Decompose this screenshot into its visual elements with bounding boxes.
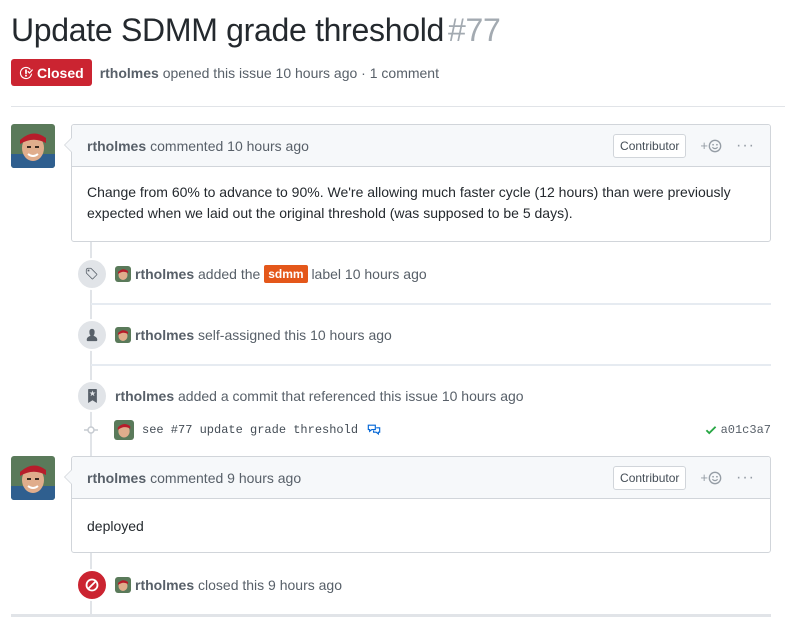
event-actor[interactable]: rtholmes — [115, 388, 174, 404]
event-badge — [76, 569, 108, 601]
event-divider — [91, 303, 771, 305]
event-badge — [76, 258, 108, 290]
timeline-end-divider — [11, 614, 771, 617]
meta-description: opened this issue 10 hours ago · 1 comme… — [162, 64, 439, 81]
commit-sha[interactable]: a01c3a7 — [721, 423, 771, 437]
event-description: added a commit that referenced this issu… — [178, 388, 524, 404]
comment-time[interactable]: commented 10 hours ago — [150, 138, 309, 154]
bookmark-icon — [87, 389, 97, 403]
author-link[interactable]: rtholmes — [100, 65, 159, 81]
commit-author-avatar[interactable] — [114, 420, 134, 440]
issue-title: Update SDMM grade threshold #77 — [11, 12, 501, 49]
person-icon — [86, 328, 98, 342]
check-icon[interactable] — [705, 423, 717, 437]
event-text: rtholmes closed this 9 hours ago — [115, 577, 342, 593]
add-reaction-button[interactable]: + — [700, 138, 722, 153]
comment-discussion-icon[interactable] — [366, 423, 382, 437]
avatar-image — [11, 456, 55, 500]
event-divider — [91, 364, 771, 366]
comment-header: rtholmes commented 10 hours ago Contribu… — [72, 125, 770, 167]
plus-glyph: + — [700, 138, 709, 153]
timeline-event-closed: rtholmes closed this 9 hours ago — [76, 569, 342, 601]
comment-time[interactable]: commented 9 hours ago — [150, 470, 301, 486]
comment-body: Change from 60% to advance to 90%. We're… — [87, 184, 731, 221]
avatar[interactable] — [11, 456, 55, 500]
status-text: Closed — [37, 64, 84, 81]
add-reaction-button[interactable]: + — [700, 470, 722, 485]
event-pre: added the — [198, 266, 261, 282]
mini-avatar[interactable] — [115, 266, 131, 282]
commit-status: a01c3a7 — [705, 423, 771, 437]
smiley-icon — [708, 139, 722, 152]
status-badge: Closed — [11, 59, 92, 86]
event-description: closed this 9 hours ago — [198, 577, 342, 593]
mini-avatar[interactable] — [115, 327, 131, 343]
comment-box: rtholmes commented 9 hours ago Contribut… — [64, 456, 771, 553]
event-text: rtholmes self-assigned this 10 hours ago — [115, 327, 392, 343]
event-actor[interactable]: rtholmes — [135, 266, 194, 282]
timeline-event-commit-ref: rtholmes added a commit that referenced … — [76, 380, 524, 412]
label-sdmm[interactable]: sdmm — [264, 265, 308, 283]
event-post: label 10 hours ago — [311, 266, 427, 282]
tag-icon — [85, 267, 98, 280]
comment-box: rtholmes commented 10 hours ago Contribu… — [64, 124, 771, 242]
issue-title-text: Update SDMM grade threshold — [11, 12, 445, 48]
avatar[interactable] — [11, 124, 55, 168]
smiley-icon — [708, 471, 722, 484]
kebab-icon[interactable]: ··· — [736, 469, 755, 487]
comment-body: deployed — [87, 518, 144, 534]
circle-slash-icon — [85, 578, 99, 592]
comment-author[interactable]: rtholmes — [87, 138, 146, 154]
commit-message[interactable]: see #77 update grade threshold — [142, 423, 358, 437]
event-actor[interactable]: rtholmes — [135, 327, 194, 343]
role-badge: Contributor — [613, 465, 687, 490]
event-badge — [76, 380, 108, 412]
avatar-image — [11, 124, 55, 168]
event-text: rtholmes added a commit that referenced … — [115, 388, 524, 404]
timeline-event-label: rtholmes added the sdmm label 10 hours a… — [76, 258, 427, 290]
issue-meta-text: rtholmes opened this issue 10 hours ago … — [100, 65, 439, 81]
git-commit-icon — [84, 423, 98, 437]
issue-closed-icon — [19, 66, 33, 79]
event-badge — [76, 319, 108, 351]
event-actor[interactable]: rtholmes — [135, 577, 194, 593]
comment-author[interactable]: rtholmes — [87, 470, 146, 486]
commit-row: see #77 update grade threshold a01c3a7 — [84, 419, 771, 441]
plus-glyph: + — [700, 470, 709, 485]
event-text: rtholmes added the sdmm label 10 hours a… — [115, 265, 427, 283]
issue-meta: Closed rtholmes opened this issue 10 hou… — [11, 59, 439, 86]
event-description: self-assigned this 10 hours ago — [198, 327, 392, 343]
mini-avatar[interactable] — [115, 577, 131, 593]
header-divider — [11, 106, 785, 107]
issue-number: #77 — [448, 12, 501, 48]
comment-header: rtholmes commented 9 hours ago Contribut… — [72, 457, 770, 499]
timeline-event-assign: rtholmes self-assigned this 10 hours ago — [76, 319, 392, 351]
role-badge: Contributor — [613, 133, 687, 158]
kebab-icon[interactable]: ··· — [736, 137, 755, 155]
